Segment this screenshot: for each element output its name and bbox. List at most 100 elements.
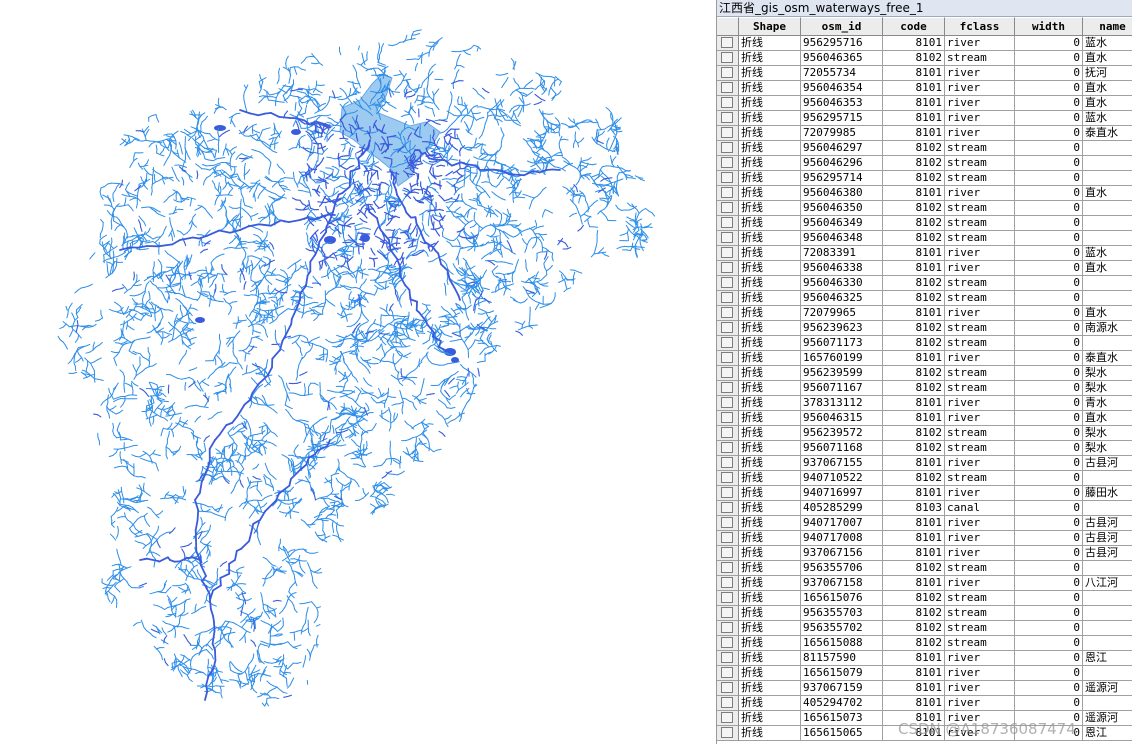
waterway-segment	[216, 567, 219, 573]
waterway-segment	[464, 170, 470, 173]
waterway-segment	[149, 592, 155, 595]
waterway-segment	[348, 141, 352, 146]
waterway-segment	[169, 286, 174, 291]
waterway-segment	[335, 270, 340, 275]
waterway-segment	[283, 641, 289, 644]
waterway-segment	[388, 44, 393, 47]
waterway-segment	[416, 364, 420, 369]
waterway-segment	[369, 362, 375, 365]
waterway-segment	[111, 523, 115, 528]
waterway-segment	[509, 108, 513, 113]
waterway-segment	[534, 219, 537, 225]
waterway-segment	[150, 551, 154, 557]
waterway-segment	[465, 345, 469, 350]
waterway-segment	[527, 137, 532, 140]
waterway-segment	[350, 323, 356, 327]
waterway-segment	[371, 338, 376, 341]
waterway-segment	[457, 252, 460, 257]
waterway-segment	[484, 269, 488, 274]
waterway-segment	[316, 606, 321, 609]
waterway-segment	[249, 499, 254, 502]
waterway-segment	[281, 607, 286, 612]
waterway-segment	[554, 166, 559, 168]
waterway-segment	[457, 238, 460, 244]
waterway-segment	[401, 405, 404, 411]
waterway-segment	[115, 412, 121, 415]
waterway-segment	[192, 367, 198, 370]
waterway-segment	[340, 143, 346, 146]
waterway-segment	[373, 362, 379, 365]
waterway-segment	[363, 67, 369, 70]
waterway-segment	[125, 185, 128, 191]
waterway-segment	[117, 516, 122, 519]
waterway-segment	[459, 247, 465, 250]
waterway-segment	[250, 377, 255, 382]
waterway-segment	[578, 195, 582, 200]
waterway-segment	[573, 269, 579, 273]
waterway-segment	[227, 150, 230, 156]
waterway-segment	[397, 73, 403, 76]
waterway-segment	[362, 56, 365, 62]
waterway-segment	[321, 244, 324, 249]
waterway-segment	[300, 91, 306, 94]
waterway-segment	[356, 444, 361, 448]
waterway-segment	[632, 235, 636, 241]
waterway-segment	[332, 534, 337, 537]
waterway-segment	[530, 164, 535, 168]
waterway-segment	[379, 50, 382, 56]
waterway-segment	[543, 259, 547, 264]
waterway-segment	[348, 294, 350, 300]
waterway-segment	[417, 103, 422, 106]
waterway-segment	[453, 237, 458, 241]
waterway-segment	[90, 373, 96, 376]
waterway-segment	[99, 229, 103, 235]
waterway-segment	[427, 183, 432, 188]
waterway-segment	[249, 678, 252, 684]
waterway-segment	[119, 409, 124, 413]
waterway-segment	[262, 424, 268, 427]
waterway-segment	[151, 542, 156, 546]
waterway-segment	[478, 134, 483, 139]
waterway-segment	[279, 501, 282, 506]
waterway-segment	[242, 197, 245, 203]
waterway-segment	[371, 495, 377, 498]
waterway-segment	[178, 423, 184, 428]
waterway-segment	[348, 291, 352, 296]
waterway-segment	[89, 255, 93, 260]
waterway-segment	[126, 182, 130, 187]
waterway-segment	[395, 403, 401, 405]
waterway-segment	[136, 516, 141, 520]
waterway-segment	[292, 646, 298, 650]
waterway-segment	[288, 406, 293, 410]
waterway-segment	[540, 277, 545, 281]
waterway-segment	[470, 322, 474, 327]
waterway-segment	[356, 482, 360, 488]
waterway-segment	[116, 436, 122, 439]
waterway-segment	[266, 571, 271, 576]
waterway-segment	[502, 111, 507, 115]
waterway-segment	[472, 239, 475, 245]
waterway-segment	[264, 378, 268, 383]
waterway-segment	[201, 269, 207, 272]
waterway-segment	[120, 459, 122, 464]
waterway-segment	[304, 521, 308, 526]
waterway-segment	[220, 453, 223, 459]
waterway-segment	[218, 357, 223, 362]
waterway-segment	[335, 190, 340, 195]
waterway-segment	[198, 383, 202, 389]
waterway-segment	[608, 199, 612, 204]
waterway-segment	[175, 313, 178, 319]
waterway-segment	[463, 121, 468, 126]
waterway-segment	[492, 171, 497, 174]
waterway-segment	[222, 620, 226, 625]
waterway-segment	[162, 138, 168, 142]
waterway-segment	[261, 292, 266, 298]
waterway-segment	[336, 438, 339, 443]
waterway-segment	[328, 341, 334, 344]
waterway-segment	[275, 337, 277, 343]
waterway-segment	[501, 244, 506, 249]
waterway-segment	[192, 550, 197, 555]
waterway-segment	[536, 271, 539, 276]
map-view[interactable]	[0, 0, 712, 744]
waterway-segment	[467, 328, 473, 330]
